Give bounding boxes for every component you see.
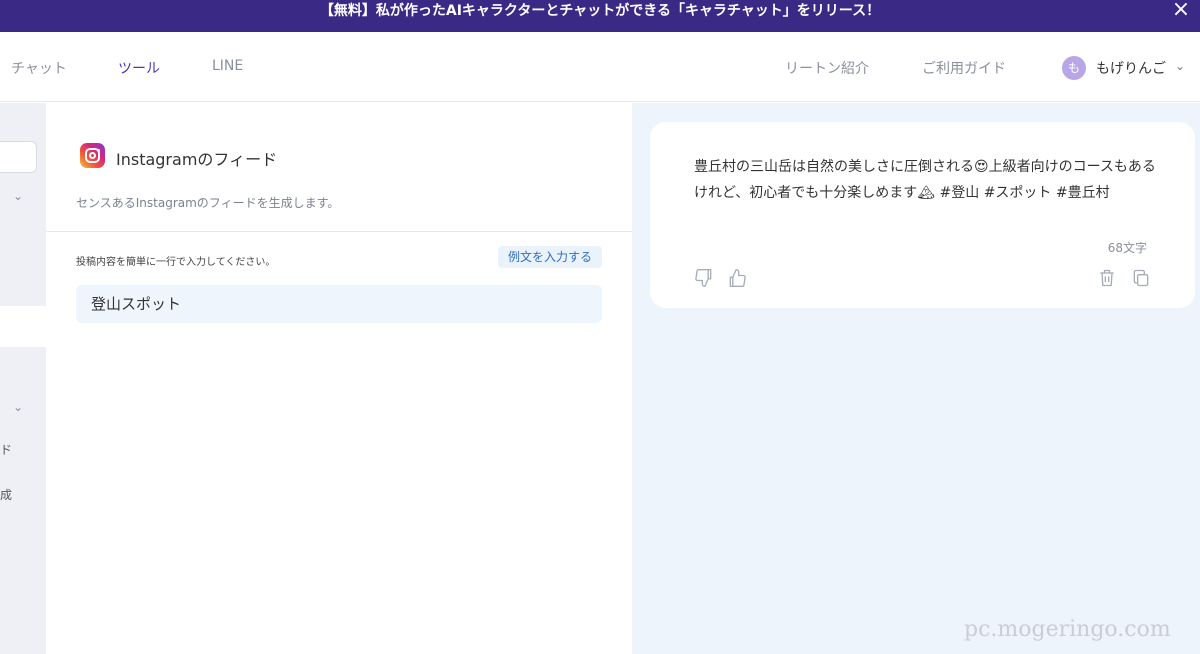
thumbs-down-icon[interactable] xyxy=(694,268,716,290)
result-pane: 豊丘村の三山岳は自然の美しさに圧倒される😍上級者向けのコースもあるけれど、初心者… xyxy=(632,103,1200,654)
insert-example-button[interactable]: 例文を入力する xyxy=(498,246,602,268)
banner-text[interactable]: 【無料】私が作ったAIキャラクターとチャットができる「キャラチャット」をリリース… xyxy=(0,0,1200,32)
field-label: 投稿内容を簡単に一行で入力してください。 xyxy=(76,257,276,268)
announcement-banner: 【無料】私が作ったAIキャラクターとチャットができる「キャラチャット」をリリース… xyxy=(0,0,1200,32)
tab-chat[interactable]: チャット xyxy=(11,58,67,78)
trash-icon[interactable] xyxy=(1097,268,1119,290)
intro-link[interactable]: リートン紹介 xyxy=(785,58,869,78)
chevron-down-icon[interactable]: ⌄ xyxy=(13,400,23,414)
divider xyxy=(46,231,632,232)
username-menu[interactable]: もげりんご xyxy=(1096,58,1166,78)
tool-panel: Instagramのフィード センスあるInstagramのフィードを生成します… xyxy=(46,103,632,654)
sidebar-item-label[interactable]: ド xyxy=(0,441,12,458)
tab-line[interactable]: LINE xyxy=(212,58,243,74)
sidebar: ⌄ ⌄ ド 成 xyxy=(0,103,46,654)
sidebar-item-selected[interactable] xyxy=(0,306,46,347)
avatar[interactable]: も xyxy=(1062,56,1086,80)
chevron-down-icon[interactable]: ⌄ xyxy=(1175,59,1185,73)
thumbs-up-icon[interactable] xyxy=(727,268,749,290)
generated-text: 豊丘村の三山岳は自然の美しさに圧倒される😍上級者向けのコースもあるけれど、初心者… xyxy=(694,159,1156,201)
watermark: pc.mogeringo.com xyxy=(964,617,1171,642)
close-icon[interactable]: × xyxy=(1170,0,1192,22)
copy-icon[interactable] xyxy=(1131,268,1153,290)
tool-title: Instagramのフィード xyxy=(116,150,278,169)
sidebar-search-input[interactable] xyxy=(0,141,37,173)
instagram-icon xyxy=(80,143,105,168)
tab-tools[interactable]: ツール xyxy=(118,58,160,78)
result-card: 豊丘村の三山岳は自然の美しさに圧倒される😍上級者向けのコースもあるけれど、初心者… xyxy=(650,122,1195,308)
guide-link[interactable]: ご利用ガイド xyxy=(922,58,1006,78)
character-count: 68文字 xyxy=(1107,241,1147,255)
tool-description: センスあるInstagramのフィードを生成します。 xyxy=(76,196,340,210)
chevron-down-icon[interactable]: ⌄ xyxy=(13,189,23,203)
top-navigation: チャット ツール LINE リートン紹介 ご利用ガイド も もげりんご ⌄ xyxy=(0,32,1200,102)
sidebar-item-label[interactable]: 成 xyxy=(0,486,12,503)
post-content-input[interactable]: 登山スポット xyxy=(76,285,602,323)
